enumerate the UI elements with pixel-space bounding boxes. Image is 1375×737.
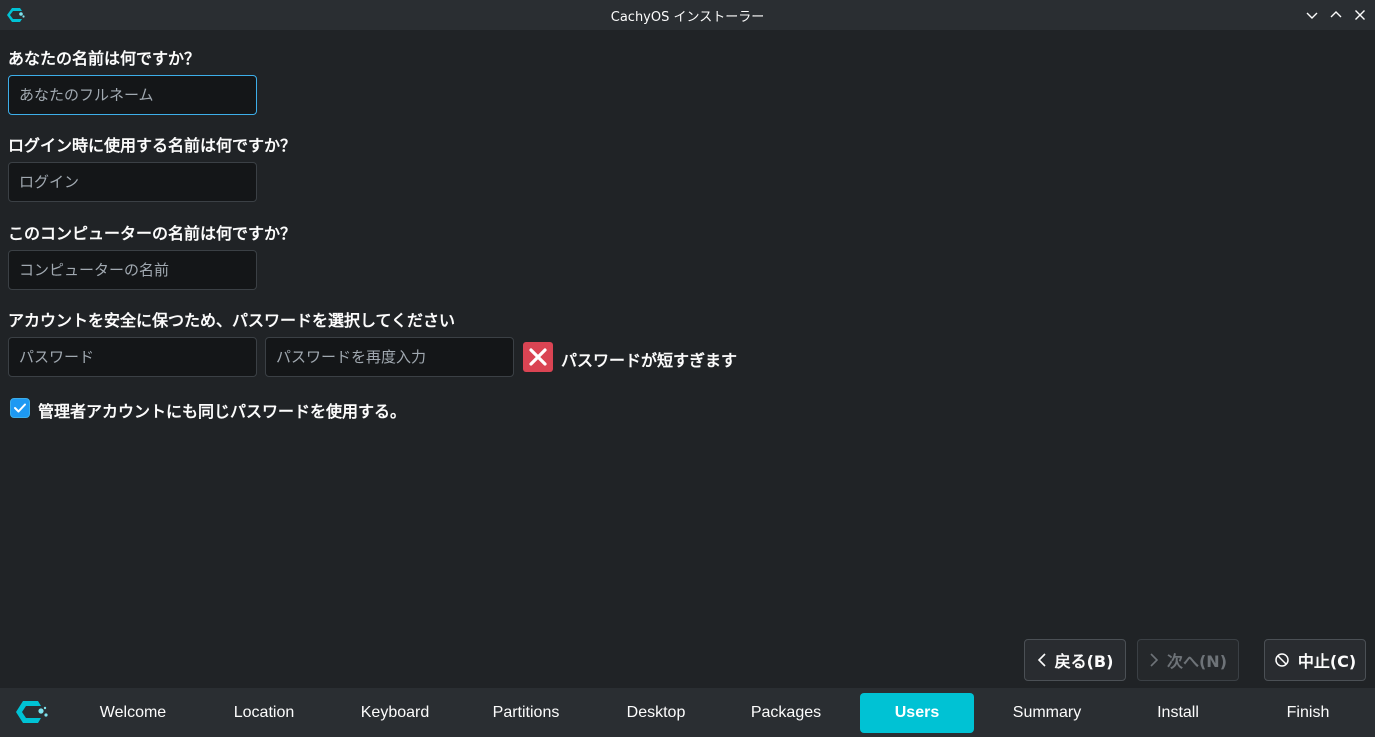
fullname-input[interactable] — [8, 75, 257, 115]
close-button[interactable] — [1351, 6, 1369, 24]
admin-same-password-label[interactable]: 管理者アカウントにも同じパスワードを使用する。 — [38, 398, 406, 422]
nav-item-location[interactable]: Location — [207, 693, 321, 733]
window-controls — [1303, 0, 1369, 30]
next-button[interactable]: 次へ(N) — [1137, 639, 1239, 681]
close-icon — [1355, 10, 1365, 20]
nav-item-install[interactable]: Install — [1121, 693, 1235, 733]
nav-item-welcome[interactable]: Welcome — [76, 693, 190, 733]
nav-item-users[interactable]: Users — [860, 693, 974, 733]
password-error-text: パスワードが短すぎます — [561, 351, 738, 370]
nav-item-summary[interactable]: Summary — [990, 693, 1104, 733]
minimize-button[interactable] — [1303, 6, 1321, 24]
login-input[interactable] — [8, 162, 257, 202]
title-bar: CachyOS インストーラー — [0, 0, 1375, 30]
back-button-label: 戻る(B) — [1054, 652, 1114, 671]
cross-icon — [529, 348, 547, 366]
nav-item-packages[interactable]: Packages — [729, 693, 843, 733]
back-button[interactable]: 戻る(B) — [1024, 639, 1126, 681]
nav-item-finish[interactable]: Finish — [1251, 693, 1365, 733]
cancel-button[interactable]: 中止(C) — [1264, 639, 1366, 681]
hostname-input[interactable] — [8, 250, 257, 290]
error-icon — [523, 342, 553, 372]
password-label: アカウントを安全に保つため、パスワードを選択してください — [8, 311, 456, 330]
cancel-icon — [1275, 653, 1289, 667]
step-navigation-bar: Welcome Location Keyboard Partitions Des… — [0, 688, 1375, 737]
admin-same-password-checkbox[interactable] — [10, 398, 30, 418]
chevron-left-icon — [1037, 653, 1046, 667]
checkmark-icon — [14, 403, 26, 413]
nav-item-desktop[interactable]: Desktop — [599, 693, 713, 733]
cancel-button-label: 中止(C) — [1297, 652, 1357, 671]
maximize-button[interactable] — [1327, 6, 1345, 24]
chevron-right-icon — [1150, 653, 1159, 667]
window-title: CachyOS インストーラー — [610, 9, 765, 25]
chevron-down-icon — [1306, 12, 1318, 19]
password-input[interactable] — [8, 337, 257, 377]
cachyos-logo-icon — [7, 8, 25, 22]
installer-window: CachyOS インストーラー あなたの名前は何ですか？ ログイン時に使用する名… — [0, 0, 1375, 737]
cachyos-logo-icon — [16, 701, 48, 723]
login-label: ログイン時に使用する名前は何ですか？ — [8, 136, 297, 155]
password-repeat-input[interactable] — [265, 337, 514, 377]
hostname-label: このコンピューターの名前は何ですか？ — [8, 224, 297, 243]
next-button-label: 次へ(N) — [1166, 652, 1228, 671]
chevron-up-icon — [1330, 11, 1342, 18]
nav-item-partitions[interactable]: Partitions — [469, 693, 583, 733]
fullname-label: あなたの名前は何ですか？ — [8, 49, 201, 68]
nav-item-keyboard[interactable]: Keyboard — [338, 693, 452, 733]
